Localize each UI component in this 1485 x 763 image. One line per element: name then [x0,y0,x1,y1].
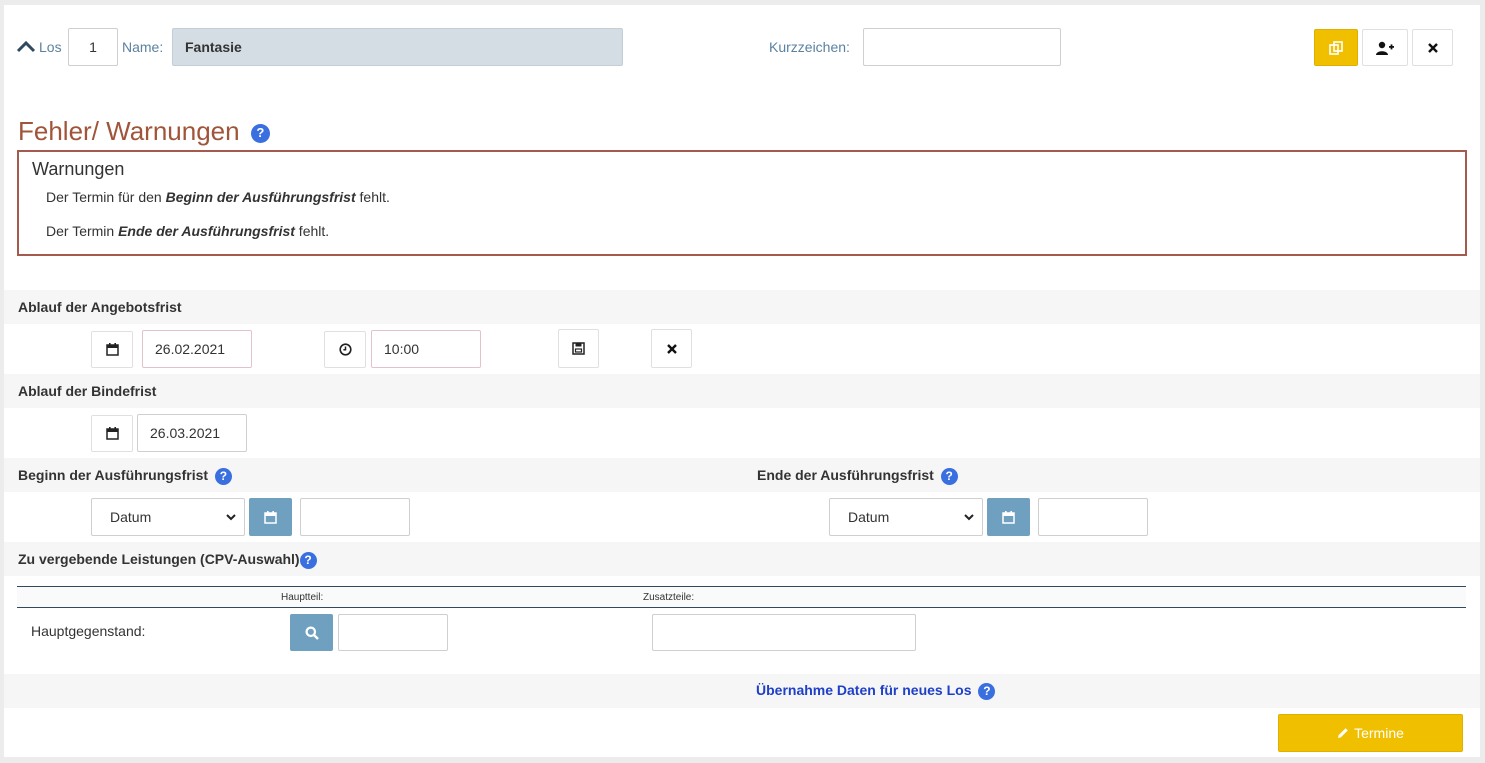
search-icon [305,626,319,640]
ausf-begin-select-value: Datum [110,509,152,525]
binde-date-field[interactable]: 26.03.2021 [137,414,247,452]
help-icon[interactable]: ? [940,467,958,485]
chevron-down-icon [964,513,974,520]
zusatz-field[interactable] [652,614,916,651]
termine-button[interactable]: Termine [1278,714,1463,752]
clock-icon [338,343,352,356]
ausf-end-date-field[interactable] [1038,498,1148,536]
angebot-clear-button[interactable] [651,329,692,368]
col-zusatz: Zusatzteile: [643,592,695,603]
cpv-heading: Zu vergebende Leistungen (CPV-Auswahl)? [18,549,317,569]
ausf-begin-date-field[interactable] [300,498,410,536]
ausf-begin-label: Beginn der Ausführungsfrist [18,467,209,483]
angebot-time-value: 10:00 [384,341,420,357]
copy-button[interactable] [1314,29,1358,66]
warning-suffix: fehlt. [294,223,330,239]
warning-suffix: fehlt. [355,189,390,205]
ausf-end-heading: Ende der Ausführungsfrist ? [757,465,958,485]
hauptgegenstand-label: Hauptgegenstand: [31,623,146,639]
main-panel: Los 1 Name: Fantasie Kurzzeichen: Fehler… [4,5,1480,757]
warning-term: Ende der Ausführungsfrist [118,223,295,239]
binde-date-value: 26.03.2021 [150,425,221,441]
los-number-field[interactable]: 1 [68,28,118,66]
help-icon[interactable]: ? [250,123,270,143]
chevron-down-icon [226,513,236,520]
user-plus-icon [1376,41,1394,55]
errors-heading: Fehler/ Warnungen ? [18,115,270,147]
calendar-icon [1002,510,1015,524]
los-number-value: 1 [89,39,97,55]
calendar-icon [264,510,277,524]
uebernahme-link[interactable]: Übernahme Daten für neues Los [756,682,972,698]
angebot-time-button[interactable] [324,331,366,368]
name-label: Name: [122,39,164,55]
cpv-search-button[interactable] [290,614,333,651]
kurzzeichen-field[interactable] [863,28,1061,66]
cpv-label: Zu vergebende Leistungen (CPV-Auswahl) [18,551,300,567]
warnings-box: Warnungen Der Termin für den Beginn der … [17,150,1467,256]
kurzzeichen-label: Kurzzeichen: [769,39,850,55]
warning-text: Der Termin für den [46,189,166,205]
close-button[interactable] [1412,29,1453,66]
ausf-end-select[interactable]: Datum [829,498,983,536]
binde-label: Ablauf der Bindefrist [18,383,157,399]
uebernahme-row: Übernahme Daten für neues Los ? [756,682,996,700]
termine-label: Termine [1354,725,1404,741]
name-value: Fantasie [185,39,242,55]
help-icon[interactable]: ? [214,467,232,485]
copy-icon [1329,40,1343,55]
ausf-end-label: Ende der Ausführungsfrist [757,467,934,483]
warning-text: Der Termin [46,223,119,239]
errors-title: Fehler/ Warnungen [18,116,240,146]
close-icon [1427,42,1438,53]
add-user-button[interactable] [1362,29,1408,66]
help-icon[interactable]: ? [978,682,996,700]
close-icon [666,343,677,354]
ausf-end-calendar-button[interactable] [987,498,1030,536]
help-icon[interactable]: ? [299,551,317,569]
col-haupt: Hauptteil: [281,592,324,603]
angebot-time-field[interactable]: 10:00 [371,330,481,368]
los-label: Los [39,39,62,55]
binde-band [4,374,1480,408]
angebot-band [4,290,1480,324]
pencil-icon [1338,728,1348,738]
angebot-date-field[interactable]: 26.02.2021 [142,330,252,368]
warnings-title: Warnungen [32,159,125,179]
uebernahme-band [4,674,1480,708]
warning-term: Beginn der Ausführungsfrist [165,189,356,205]
calendar-icon [105,427,119,440]
collapse-chevron-icon[interactable] [16,39,36,53]
ausf-end-select-value: Datum [848,509,890,525]
haupt-field[interactable] [338,614,448,651]
save-icon [572,342,585,355]
ausf-begin-select[interactable]: Datum [91,498,245,536]
angebot-date-value: 26.02.2021 [155,341,226,357]
ausf-begin-heading: Beginn der Ausführungsfrist ? [18,465,232,485]
name-field[interactable]: Fantasie [172,28,623,66]
binde-calendar-button[interactable] [91,415,133,452]
angebot-calendar-button[interactable] [91,331,133,368]
ausf-begin-calendar-button[interactable] [249,498,292,536]
calendar-icon [105,343,119,356]
warning-item: Der Termin Ende der Ausführungsfrist feh… [46,223,329,239]
warning-item: Der Termin für den Beginn der Ausführung… [46,189,390,205]
angebot-save-button[interactable] [558,329,599,368]
cpv-table-header: Hauptteil: Zusatzteile: [17,586,1466,608]
angebot-label: Ablauf der Angebotsfrist [18,299,182,315]
